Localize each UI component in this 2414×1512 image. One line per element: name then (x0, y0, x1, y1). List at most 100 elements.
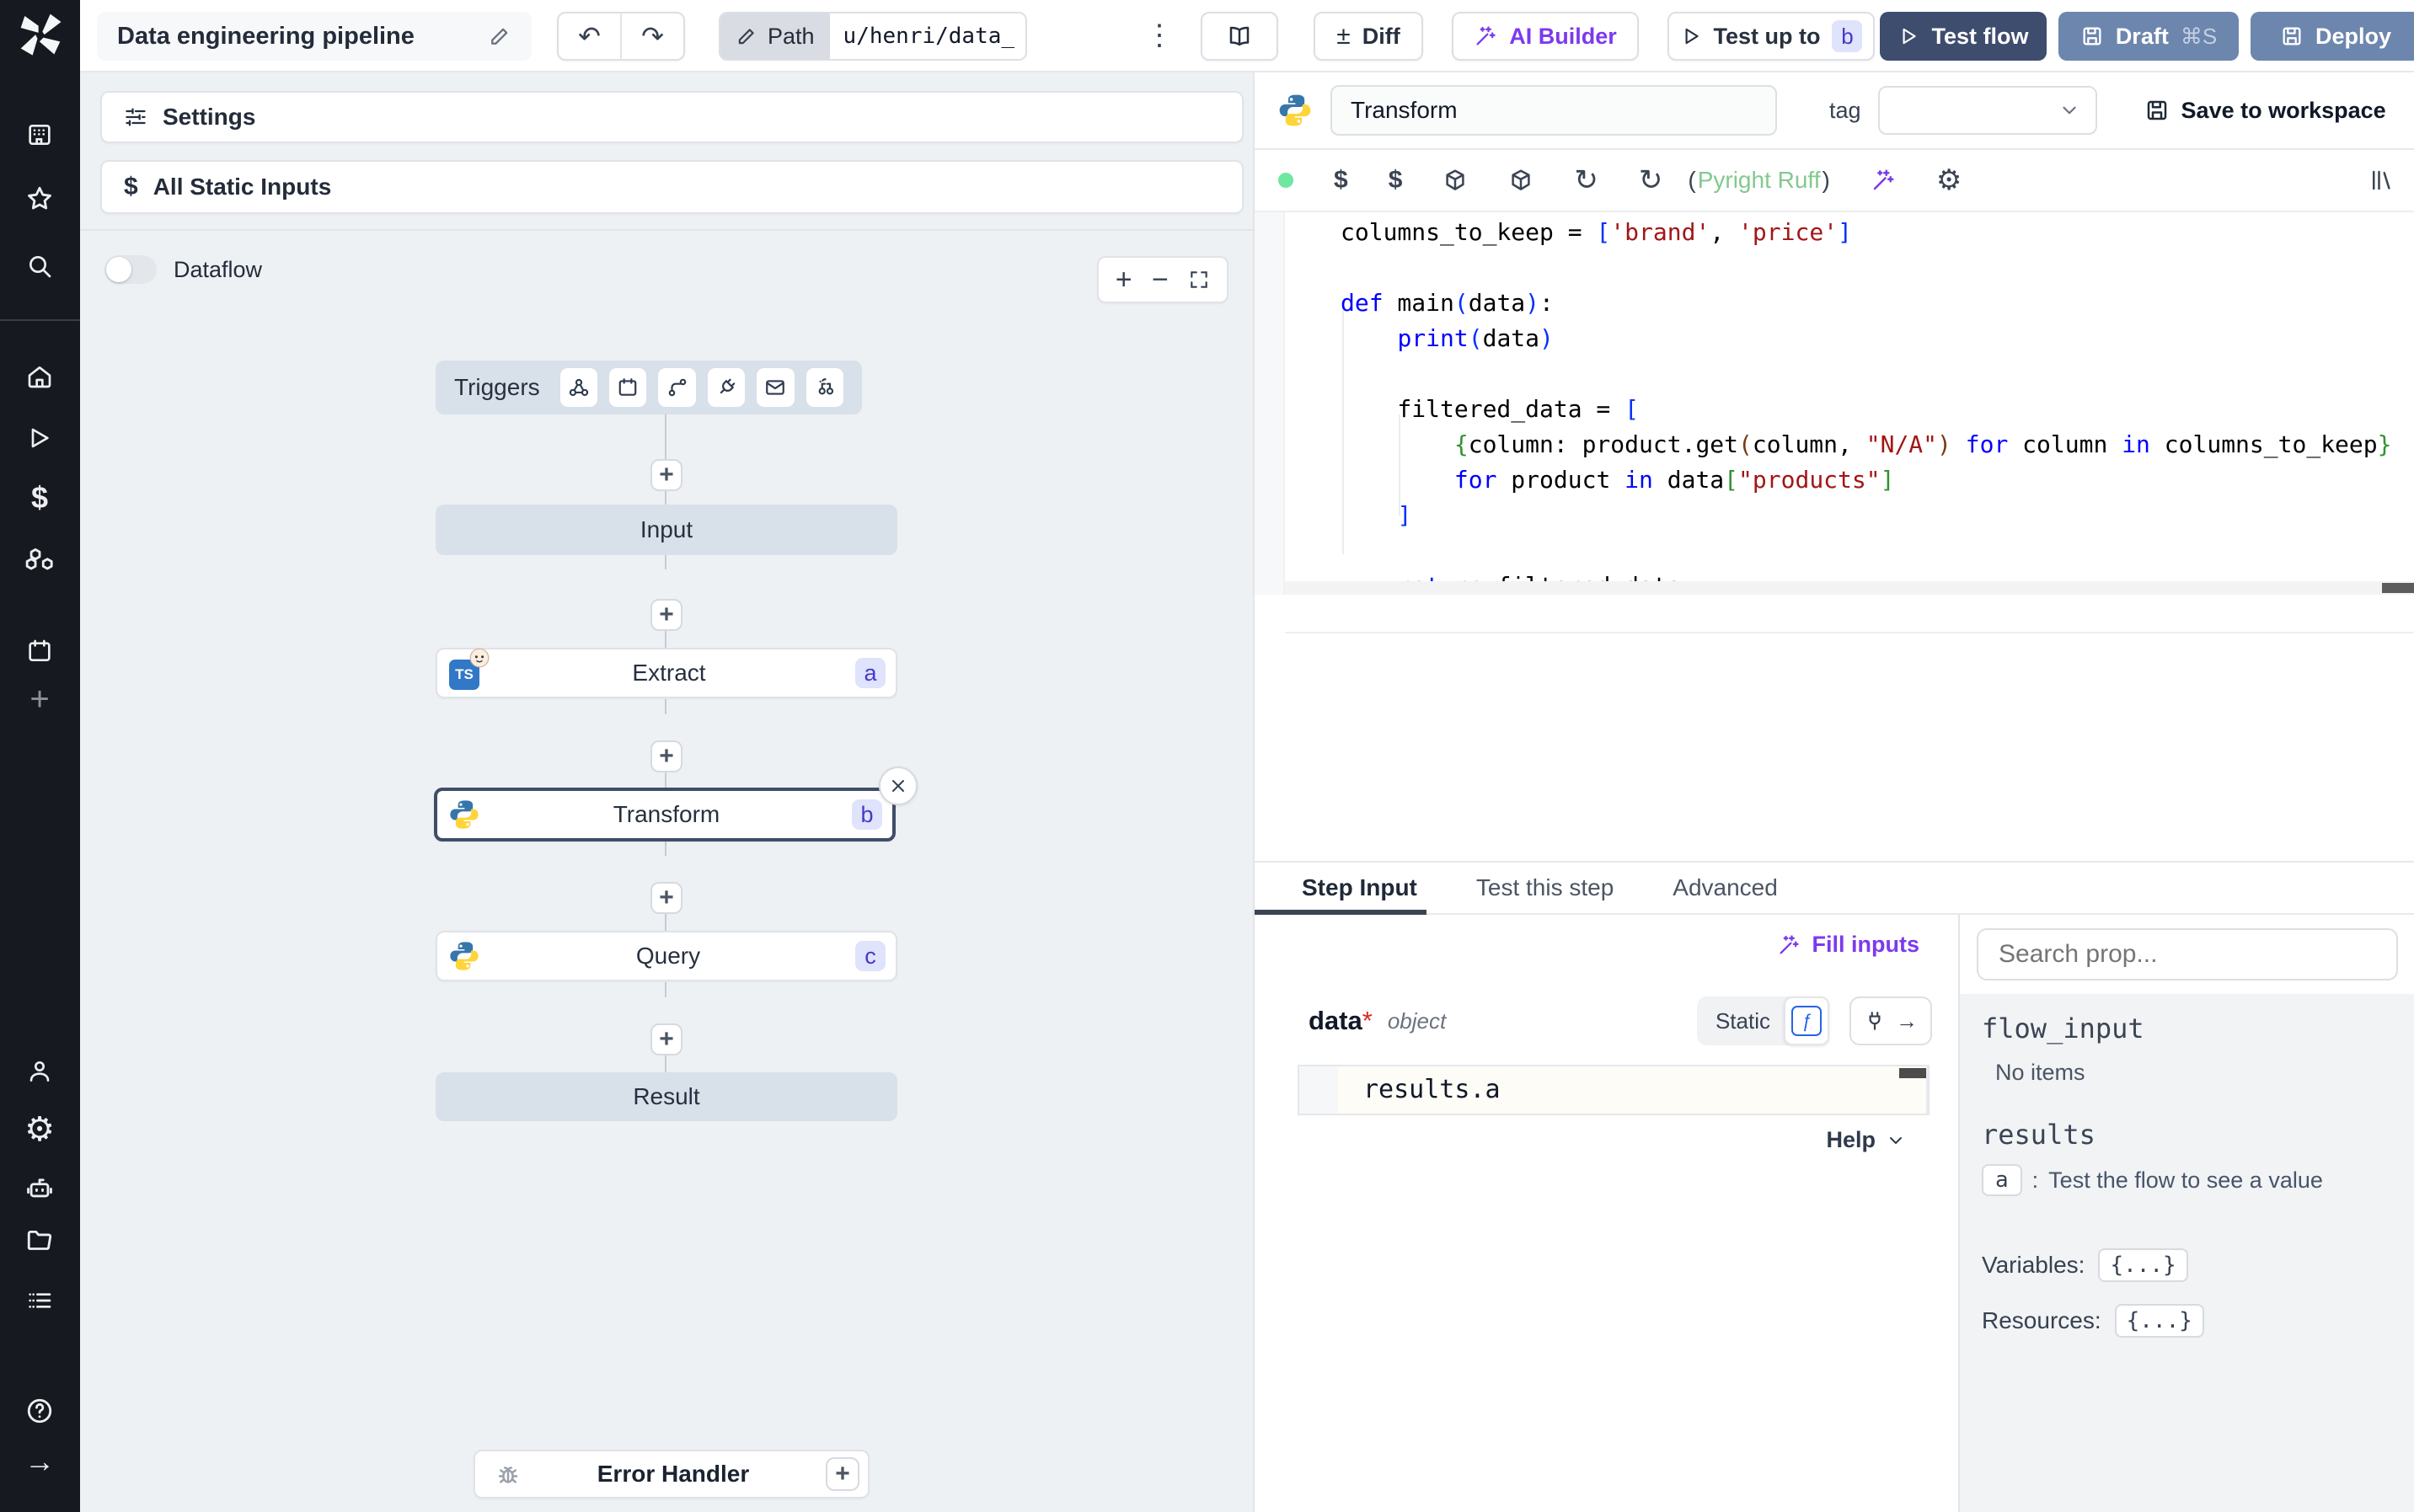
flow-title: Data engineering pipeline (117, 22, 415, 50)
all-static-inputs-row[interactable]: $ All Static Inputs (100, 160, 1244, 214)
add-error-handler-button[interactable]: + (826, 1457, 859, 1491)
ai-assistant-wand-icon[interactable] (1871, 163, 1896, 197)
flow-settings-row[interactable]: Settings (100, 91, 1244, 143)
path-label-segment[interactable]: Path (720, 13, 830, 59)
insert-step-button[interactable]: + (650, 740, 682, 772)
search-icon[interactable] (24, 250, 56, 282)
results-section-label[interactable]: results (1982, 1119, 2096, 1151)
workers-robot-icon[interactable] (24, 1172, 56, 1204)
error-handler-label: Error Handler (597, 1461, 750, 1487)
dataflow-toggle[interactable] (104, 255, 157, 284)
workspace-icon[interactable] (24, 119, 56, 151)
reload-icon[interactable]: ↻ (1574, 163, 1598, 197)
search-prop-input[interactable] (1977, 928, 2398, 980)
audit-logs-icon[interactable] (24, 1285, 56, 1317)
zoom-in-button[interactable]: + (1116, 264, 1132, 297)
library-icon[interactable] (2369, 163, 2394, 197)
flow-input-node[interactable]: Input (436, 505, 897, 555)
reload-icon[interactable]: ↻ (1639, 163, 1663, 197)
fullscreen-button[interactable] (1188, 269, 1210, 291)
home-icon[interactable] (24, 361, 56, 393)
edit-title-pencil-icon[interactable] (488, 24, 511, 48)
static-inputs-icon[interactable]: $ (1334, 163, 1348, 197)
zoom-out-button[interactable]: − (1152, 264, 1169, 297)
insert-step-button[interactable]: + (650, 599, 682, 631)
package-icon[interactable] (1508, 163, 1534, 197)
extract-step-node[interactable]: TS Extract a (436, 648, 897, 698)
dataflow-toggle-row: Dataflow (104, 254, 262, 285)
save-to-workspace-button[interactable]: Save to workspace (2144, 98, 2386, 124)
help-icon[interactable] (24, 1395, 56, 1427)
expr-editor[interactable]: results.a (1298, 1065, 1930, 1115)
variables-chip[interactable]: {...} (2098, 1248, 2188, 1282)
diff-button[interactable]: ± Diff (1314, 12, 1423, 61)
settings-gear-icon[interactable]: ⚙ (24, 1111, 56, 1148)
test-up-to-button[interactable]: Test up to b (1667, 12, 1875, 61)
remove-step-button[interactable] (879, 767, 918, 805)
path-group[interactable]: Path u/henri/data_ (719, 12, 1027, 61)
expr-value[interactable]: results.a (1363, 1075, 1501, 1104)
help-toggle[interactable]: Help (1826, 1127, 1906, 1153)
poll-trigger-icon[interactable] (806, 368, 843, 407)
fill-inputs-label: Fill inputs (1812, 932, 1920, 957)
result-key-chip[interactable]: a (1982, 1164, 2022, 1196)
insert-step-button[interactable]: + (650, 882, 682, 914)
resources-row[interactable]: Resources: {...} (1982, 1304, 2204, 1338)
more-options-kebab-icon[interactable]: ⋮ (1145, 19, 1174, 52)
schedules-icon[interactable] (24, 635, 56, 667)
schedule-trigger-icon[interactable] (609, 368, 647, 407)
redo-button[interactable]: ↷ (622, 20, 683, 52)
horizontal-scrollbar[interactable] (1285, 581, 2414, 595)
scrollbar-thumb[interactable] (2382, 583, 2414, 593)
tag-select[interactable] (1877, 86, 2097, 135)
deploy-main[interactable]: Deploy (2251, 24, 2414, 50)
variables-dollar-icon[interactable]: $ (1389, 163, 1403, 197)
user-icon[interactable] (24, 1055, 56, 1087)
insert-step-button[interactable]: + (650, 459, 682, 491)
triggers-bar[interactable]: Triggers (436, 361, 862, 414)
resources-icon[interactable] (24, 542, 56, 574)
webhook-trigger-icon[interactable] (559, 368, 598, 407)
editor-settings-gear-icon[interactable]: ⚙ (1936, 163, 1962, 197)
runs-icon[interactable] (24, 422, 56, 454)
resources-chip[interactable]: {...} (2114, 1304, 2204, 1338)
error-handler-node[interactable]: Error Handler + (474, 1450, 870, 1499)
diagnostics-label[interactable]: ( Pyright Ruff ) (1688, 167, 1829, 194)
draft-button[interactable]: Draft ⌘S (2058, 12, 2239, 61)
flow-result-node[interactable]: Result (436, 1072, 897, 1121)
javascript-expr-toggle[interactable]: ƒ (1784, 996, 1829, 1045)
transform-step-node-selected[interactable]: Transform b (434, 788, 896, 841)
ai-builder-button[interactable]: AI Builder (1452, 12, 1639, 61)
websocket-trigger-icon[interactable] (707, 368, 746, 407)
expr-scrollbar-thumb[interactable] (1899, 1068, 1926, 1078)
docs-book-button[interactable] (1201, 12, 1278, 61)
favorites-star-icon[interactable] (24, 183, 56, 215)
package-icon[interactable] (1443, 163, 1468, 197)
query-step-node[interactable]: Query c (436, 931, 897, 981)
flow-input-section-label[interactable]: flow_input (1982, 1012, 2144, 1045)
windmill-logo[interactable] (17, 10, 64, 57)
test-flow-button[interactable]: Test flow (1880, 12, 2047, 61)
extract-node-label: Extract (632, 660, 706, 686)
flow-title-box[interactable]: Data engineering pipeline (97, 12, 532, 61)
email-trigger-icon[interactable] (757, 368, 795, 407)
deploy-button[interactable]: Deploy (2251, 12, 2414, 61)
connect-input-button[interactable]: → (1849, 996, 1932, 1045)
undo-button[interactable]: ↶ (559, 20, 620, 52)
edge-line (665, 489, 666, 505)
route-trigger-icon[interactable] (658, 368, 696, 407)
tab-advanced[interactable]: Advanced (1673, 874, 1778, 901)
code-editor[interactable]: columns_to_keep = ['brand', 'price'] def… (1255, 212, 2414, 595)
folders-icon[interactable] (24, 1225, 56, 1257)
variables-icon[interactable]: $ (24, 480, 56, 515)
code-line: filtered_data = [ (1341, 395, 1640, 423)
step-name-input[interactable] (1330, 85, 1777, 136)
result-item-row[interactable]: a : Test the flow to see a value (1982, 1164, 2323, 1196)
tab-test-this-step[interactable]: Test this step (1476, 874, 1614, 901)
variables-row[interactable]: Variables: {...} (1982, 1248, 2188, 1282)
fill-inputs-button[interactable]: Fill inputs (1777, 932, 1920, 958)
add-icon[interactable]: + (24, 681, 56, 718)
tab-step-input[interactable]: Step Input (1302, 874, 1417, 901)
insert-step-button[interactable]: + (650, 1023, 682, 1055)
collapse-arrow-icon[interactable]: → (24, 1444, 56, 1478)
